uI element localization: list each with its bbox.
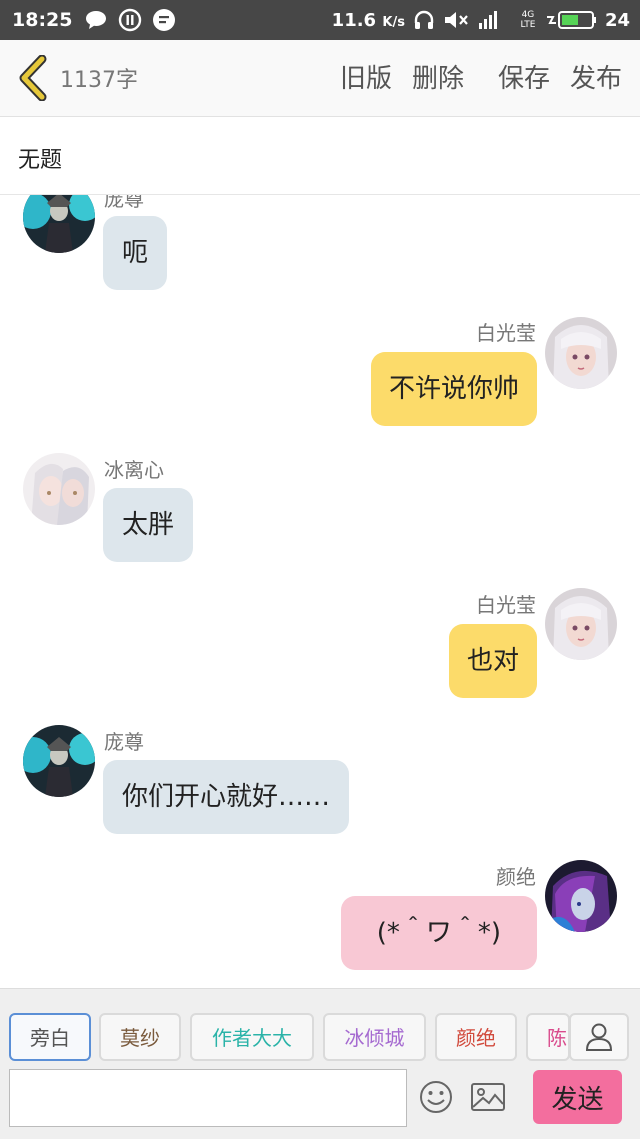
image-icon — [471, 1083, 505, 1111]
character-chip[interactable]: 陈 — [526, 1013, 570, 1061]
person-icon — [585, 1023, 613, 1051]
message-text: 也对 — [466, 646, 519, 676]
emoji-button[interactable] — [416, 1077, 456, 1117]
chat-icon — [84, 9, 108, 31]
message-text: 你们开心就好…… — [122, 782, 331, 812]
old-version-button[interactable]: 旧版 — [340, 58, 392, 95]
delete-button[interactable]: 删除 — [412, 58, 464, 95]
status-time: 18:25 — [12, 9, 73, 31]
message-sender: 庞尊 — [104, 730, 144, 754]
white-haired-girl-avatar[interactable] — [545, 588, 617, 660]
document-title[interactable]: 无题 — [18, 142, 62, 174]
message-text: 呃 — [122, 238, 149, 268]
message-input[interactable] — [9, 1069, 407, 1127]
character-manager-button[interactable] — [569, 1013, 629, 1061]
silver-haired-couple-avatar[interactable] — [23, 453, 95, 525]
chat-area[interactable]: 庞尊 呃 白光莹 不许说你帅 冰离心 太胖 白光莹 也对 庞尊 你们开心就好……… — [0, 195, 640, 988]
message-text: 不许说你帅 — [388, 374, 519, 404]
mute-icon — [443, 9, 469, 31]
message-bubble[interactable]: 太胖 — [103, 488, 194, 562]
message-sender: 颜绝 — [496, 865, 536, 889]
character-chip-label: 旁白 — [30, 1026, 70, 1050]
pause-icon — [118, 8, 142, 32]
message-sender: 庞尊 — [104, 195, 144, 211]
character-chip[interactable]: 作者大大 — [190, 1013, 314, 1061]
message-bubble[interactable]: 不许说你帅 — [370, 352, 537, 426]
emoji-icon — [420, 1081, 452, 1113]
message-text: 太胖 — [122, 510, 175, 540]
character-chip-narrator[interactable]: 旁白 — [9, 1013, 91, 1061]
message-text: (*＾ワ＾*) — [376, 918, 501, 948]
network-speed: 11.6 K/s — [331, 9, 405, 31]
battery-icon — [545, 9, 597, 31]
save-button[interactable]: 保存 — [498, 58, 550, 95]
composer-panel: 旁白 莫纱 作者大大 冰倾城 颜绝 陈 发送 — [0, 988, 640, 1139]
character-chip-label: 作者大大 — [212, 1026, 292, 1050]
message-bubble[interactable]: 呃 — [103, 216, 168, 290]
white-haired-girl-avatar[interactable] — [545, 317, 617, 389]
battery-level: 24 — [604, 9, 630, 31]
character-chip-label: 莫纱 — [120, 1026, 160, 1050]
dark-armored-character-avatar[interactable] — [23, 195, 95, 253]
character-chip-label: 颜绝 — [456, 1026, 496, 1050]
character-chip[interactable]: 颜绝 — [435, 1013, 517, 1061]
dark-armored-character-avatar[interactable] — [23, 725, 95, 797]
status-bar: 18:25 11.6 K/s 4G LTE 24 — [0, 0, 640, 40]
signal-icon — [477, 9, 511, 31]
word-count: 1137字 — [60, 68, 138, 93]
purple-haired-girl-avatar[interactable] — [545, 860, 617, 932]
message-sender: 冰离心 — [104, 458, 164, 482]
send-button[interactable]: 发送 — [533, 1070, 622, 1124]
editor-toolbar: 1137字 旧版 删除 保存 发布 — [0, 40, 640, 117]
title-row[interactable]: 无题 — [0, 117, 640, 195]
character-chip-label: 陈 — [547, 1026, 567, 1050]
publish-button[interactable]: 发布 — [570, 58, 622, 95]
message-bubble[interactable]: (*＾ワ＾*) — [340, 896, 537, 970]
image-button[interactable] — [468, 1077, 508, 1117]
message-bubble[interactable]: 也对 — [448, 624, 537, 698]
character-chip-label: 冰倾城 — [344, 1026, 405, 1050]
message-sender: 白光莹 — [476, 593, 536, 617]
character-chip[interactable]: 莫纱 — [99, 1013, 181, 1061]
headphones-icon — [413, 9, 435, 31]
message-sender: 白光莹 — [476, 321, 536, 345]
message-bubble[interactable]: 你们开心就好…… — [103, 760, 350, 834]
back-chevron-icon — [19, 54, 47, 102]
back-button[interactable] — [16, 54, 50, 102]
character-chip[interactable]: 冰倾城 — [323, 1013, 426, 1061]
message-icon — [152, 8, 176, 32]
network-type: 4G LTE — [520, 10, 536, 30]
